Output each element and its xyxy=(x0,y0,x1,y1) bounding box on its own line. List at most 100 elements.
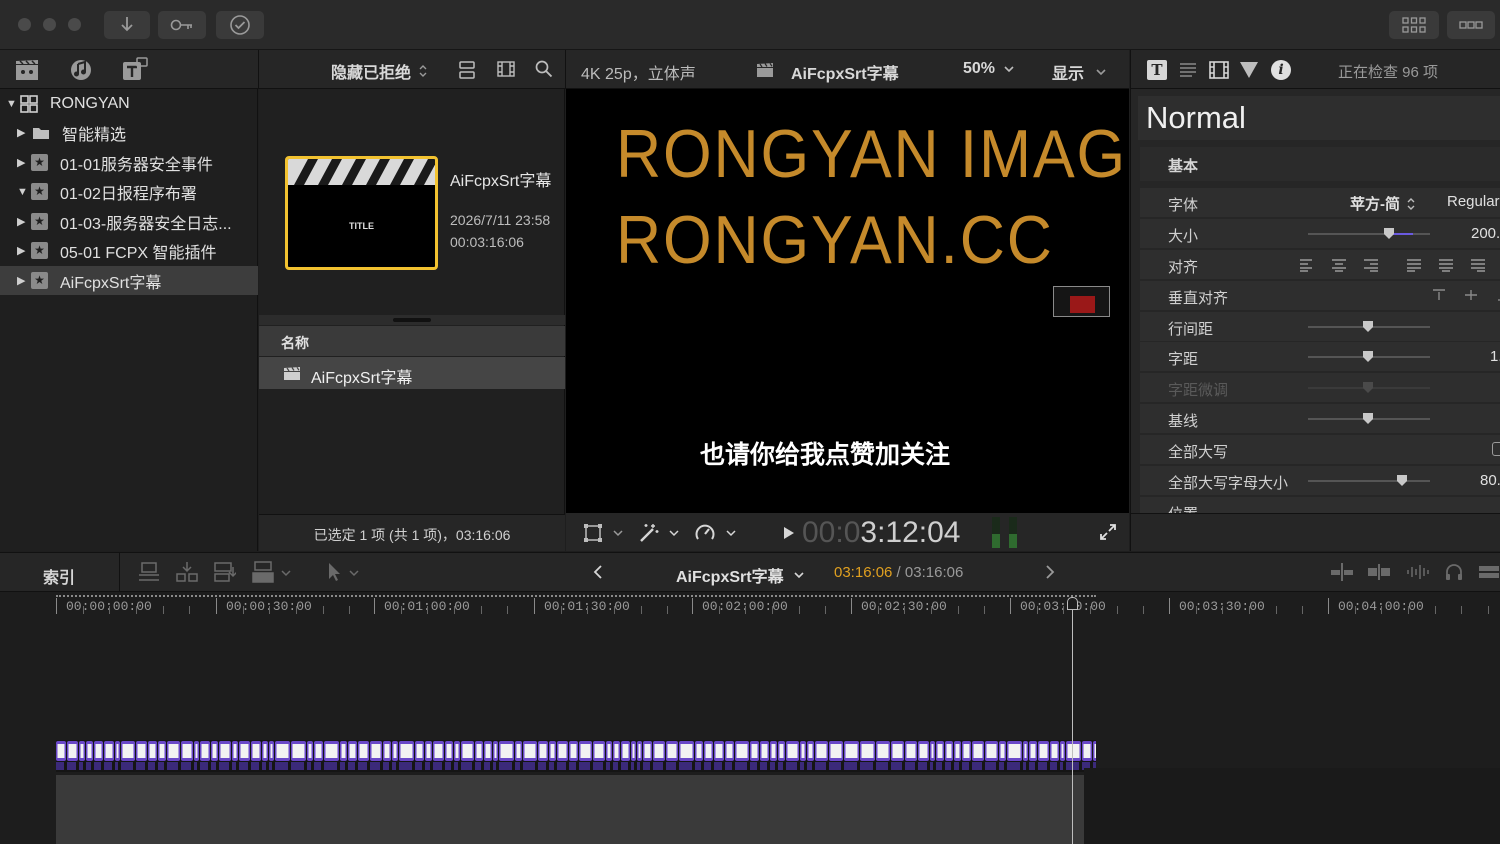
paragraph-inspector-icon[interactable] xyxy=(1179,62,1197,78)
tracking-slider[interactable] xyxy=(1308,351,1430,362)
caption-clip[interactable] xyxy=(936,741,944,770)
caption-clip[interactable] xyxy=(348,741,357,770)
playhead[interactable] xyxy=(1072,598,1073,844)
timeline-ruler[interactable]: 00:00:00:00 00:00:30:00 00:01:00:00 00:0… xyxy=(0,592,1500,618)
caption-clip[interactable] xyxy=(148,741,157,770)
libraries-icon[interactable] xyxy=(15,59,39,81)
disclosure-down-icon[interactable]: ▼ xyxy=(6,98,17,110)
caption-clip[interactable] xyxy=(232,741,238,770)
caption-clip[interactable] xyxy=(275,741,290,770)
caption-clip[interactable] xyxy=(750,741,759,770)
caption-clip[interactable] xyxy=(1093,741,1096,770)
workspace-layout-button[interactable] xyxy=(1389,11,1439,39)
color-inspector-icon[interactable] xyxy=(1239,61,1259,79)
forward-arrow-icon[interactable] xyxy=(1045,565,1055,579)
all-caps-checkbox[interactable] xyxy=(1492,442,1500,456)
caption-clip[interactable] xyxy=(945,741,953,770)
caption-clip[interactable] xyxy=(86,741,93,770)
import-button[interactable] xyxy=(104,11,150,39)
clip-filter-popup[interactable]: 隐藏已拒绝 xyxy=(331,59,427,83)
panel-layout-button[interactable] xyxy=(1447,11,1495,39)
clip-thumbnail[interactable]: TITLE xyxy=(285,156,438,270)
caption-clip[interactable] xyxy=(158,741,166,770)
keywords-button[interactable] xyxy=(158,11,206,39)
titles-generators-icon[interactable] xyxy=(122,57,148,81)
all-caps-size-slider[interactable] xyxy=(1308,475,1430,486)
caption-clip[interactable] xyxy=(121,741,135,770)
close-window-button[interactable] xyxy=(18,18,31,31)
sidebar-item-event-selected[interactable]: ▶ ★ AiFcpxSrt字幕 xyxy=(0,266,258,295)
text-inspector-icon[interactable]: T xyxy=(1147,60,1167,80)
fullscreen-icon[interactable] xyxy=(1099,523,1117,541)
section-basic[interactable]: 基本 xyxy=(1140,147,1500,181)
headphones-icon[interactable] xyxy=(1444,562,1464,582)
caption-clip[interactable] xyxy=(239,741,250,770)
caption-clip[interactable] xyxy=(484,741,492,770)
caption-clip[interactable] xyxy=(807,741,814,770)
caption-clip[interactable] xyxy=(538,741,548,770)
caption-clip[interactable] xyxy=(800,741,806,770)
style-header[interactable]: Normal xyxy=(1138,96,1500,140)
caption-clip[interactable] xyxy=(181,741,193,770)
valign-buttons[interactable] xyxy=(1432,288,1500,302)
tracking-value[interactable]: 1. xyxy=(1490,348,1500,365)
caption-clip[interactable] xyxy=(269,741,274,770)
caption-clip[interactable] xyxy=(760,741,769,770)
caption-clip[interactable] xyxy=(493,741,498,770)
caption-clip[interactable] xyxy=(735,741,749,770)
append-clip-icon[interactable] xyxy=(214,561,236,583)
caption-clip[interactable] xyxy=(954,741,961,770)
connect-clip-icon[interactable] xyxy=(138,561,160,583)
caption-clip[interactable] xyxy=(94,741,103,770)
caption-clip[interactable] xyxy=(637,741,642,770)
caption-clip[interactable] xyxy=(778,741,785,770)
caption-clip[interactable] xyxy=(104,741,114,770)
caption-clip[interactable] xyxy=(358,741,369,770)
caption-clip[interactable] xyxy=(291,741,306,770)
caption-clip[interactable] xyxy=(56,741,66,770)
caption-clip[interactable] xyxy=(200,741,210,770)
caption-clip[interactable] xyxy=(860,741,875,770)
caption-clip[interactable] xyxy=(579,741,592,770)
caption-clip[interactable] xyxy=(786,741,799,770)
chevron-down-icon[interactable] xyxy=(613,530,623,537)
caption-clip[interactable] xyxy=(499,741,514,770)
line-spacing-slider[interactable] xyxy=(1308,321,1430,332)
filmstrip-icon[interactable] xyxy=(497,60,515,78)
snapping-icon[interactable] xyxy=(1367,562,1391,582)
caption-clip[interactable] xyxy=(985,741,998,770)
caption-clip[interactable] xyxy=(962,741,971,770)
caption-clip[interactable] xyxy=(79,741,85,770)
info-icon[interactable]: i xyxy=(1271,60,1291,80)
timeline-index-button[interactable]: 索引 xyxy=(0,553,120,591)
disclosure-down-icon[interactable]: ▼ xyxy=(17,186,28,198)
sidebar-item-event[interactable]: ▶ ★ 05-01 FCPX 智能插件 xyxy=(0,236,258,265)
minimize-window-button[interactable] xyxy=(43,18,56,31)
search-icon[interactable] xyxy=(535,60,553,78)
caption-clip[interactable] xyxy=(653,741,665,770)
caption-clip[interactable] xyxy=(666,741,678,770)
arrow-tool-icon[interactable] xyxy=(327,562,343,582)
caption-clip[interactable] xyxy=(194,741,199,770)
caption-clip[interactable] xyxy=(219,741,231,770)
align-buttons[interactable] xyxy=(1300,258,1500,272)
all-caps-size-value[interactable]: 80. xyxy=(1480,472,1500,489)
video-inspector-icon[interactable] xyxy=(1209,61,1229,79)
caption-clip[interactable] xyxy=(876,741,890,770)
caption-clip[interactable] xyxy=(445,741,453,770)
chevron-down-icon[interactable] xyxy=(726,530,736,537)
overwrite-clip-icon[interactable] xyxy=(252,561,274,583)
disclosure-right-icon[interactable]: ▶ xyxy=(17,156,27,169)
chevron-down-icon[interactable] xyxy=(349,570,359,577)
slider-knob[interactable] xyxy=(1384,228,1394,239)
caption-clip[interactable] xyxy=(1038,741,1049,770)
caption-clip[interactable] xyxy=(251,741,261,770)
caption-clip[interactable] xyxy=(643,741,652,770)
back-arrow-icon[interactable] xyxy=(593,565,603,579)
chevron-down-icon[interactable] xyxy=(281,570,291,577)
baseline-slider[interactable] xyxy=(1308,413,1430,424)
caption-lane[interactable] xyxy=(56,740,1096,772)
caption-clip[interactable] xyxy=(930,741,935,770)
caption-clip[interactable] xyxy=(262,741,268,770)
speed-icon[interactable] xyxy=(694,522,716,544)
